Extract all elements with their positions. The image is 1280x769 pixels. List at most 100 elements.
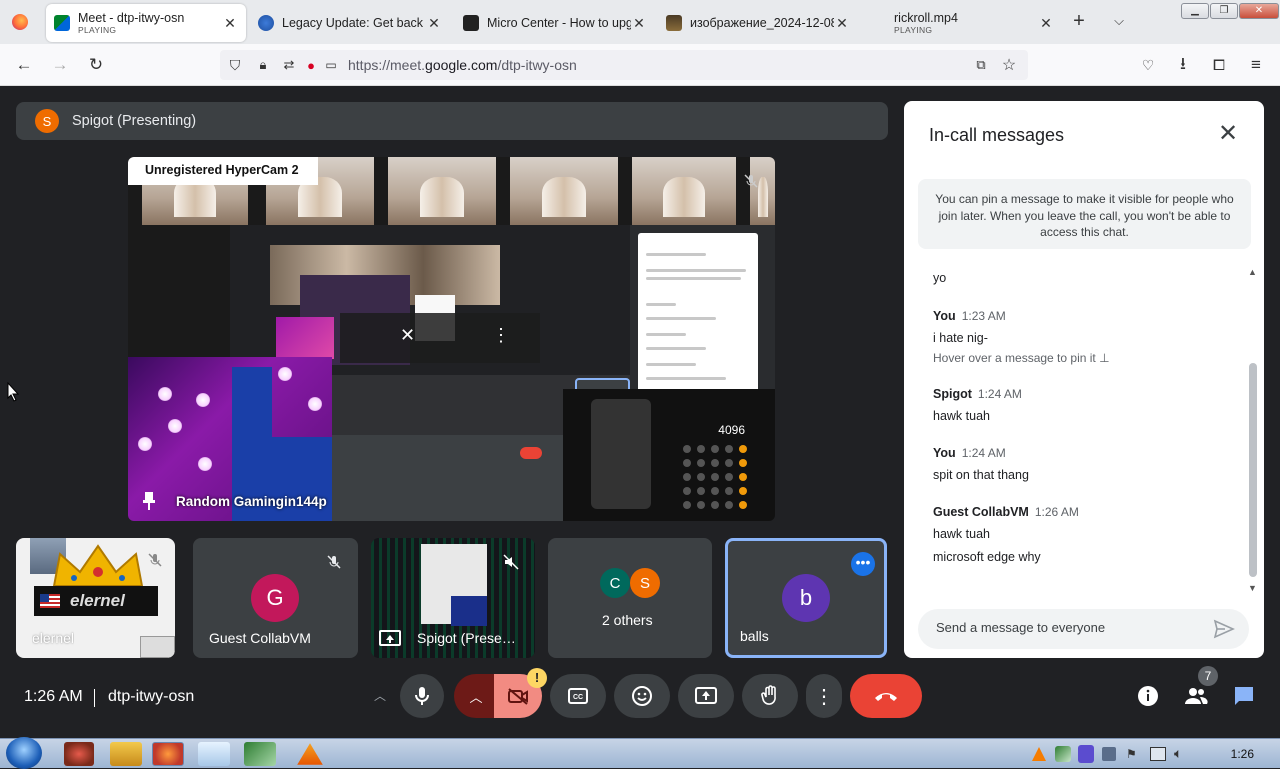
chat-message: Spigot 1:24 AM hawk tuah <box>933 387 1022 423</box>
back-icon[interactable]: ← <box>13 54 35 76</box>
new-tab-icon[interactable]: + <box>1070 11 1088 31</box>
vlc-taskbar-icon[interactable] <box>297 743 323 765</box>
pin-notice: You can pin a message to make it visible… <box>918 179 1251 249</box>
send-icon[interactable] <box>1213 618 1235 640</box>
badge-text: elernel <box>70 591 125 610</box>
picture-in-picture-icon[interactable]: ⧉ <box>970 54 992 76</box>
close-tab-icon[interactable]: ✕ <box>222 15 238 32</box>
start-button-icon[interactable] <box>6 737 42 769</box>
tab-legacy-update[interactable]: Legacy Update: Get back o ✕ <box>250 4 450 42</box>
pin-icon[interactable]: ⊥ <box>1099 351 1109 365</box>
present-screen-icon <box>695 687 717 704</box>
participant-name: elernel <box>32 630 75 646</box>
tab-status: PLAYING <box>78 25 117 35</box>
chat-input[interactable]: Send a message to everyone <box>918 609 1249 649</box>
present-now-button[interactable] <box>678 674 734 718</box>
browser-tab-bar: Meet - dtp-itwy-osn PLAYING ✕ Legacy Upda… <box>0 0 1280 44</box>
screen-share-view[interactable]: Unregistered HyperCam 2 ✕ ⋮ <box>128 157 775 521</box>
participant-tile-active[interactable]: ••• b balls <box>725 538 887 658</box>
tray-app-icon[interactable] <box>1055 746 1071 762</box>
participant-tile[interactable]: C S 2 others <box>548 538 712 658</box>
downloads-icon[interactable]: ⭳ <box>1172 54 1194 76</box>
audio-options-icon[interactable]: ︿ <box>370 687 390 705</box>
close-window-button[interactable]: ✕ <box>1239 3 1279 19</box>
image-thumbnail-icon <box>666 15 682 31</box>
address-bar[interactable]: ⛉ 🔒︎ ⇄ ● ▭ https://meet.google.com/dtp-i… <box>220 50 1028 80</box>
leave-call-button[interactable] <box>850 674 922 718</box>
call-controls: 1:26 AM dtp-itwy-osn ︿ ︿ ! CC ⋮ 7 <box>0 666 1280 738</box>
reload-icon[interactable]: ↻ <box>85 54 107 76</box>
forward-icon[interactable]: → <box>49 54 71 76</box>
chat-icon <box>1235 687 1253 705</box>
participant-tile[interactable]: elernel elernel <box>16 538 175 658</box>
video-strip <box>510 157 618 225</box>
participant-tile[interactable]: Spigot (Prese… <box>371 538 535 658</box>
tab-rickroll[interactable]: rickroll.mp4 PLAYING ✕ <box>862 4 1062 42</box>
camera-options-button[interactable]: ︿ <box>454 674 498 718</box>
chat-button[interactable] <box>1224 674 1264 718</box>
permissions-icon[interactable]: ⇄ <box>278 54 300 76</box>
tab-micro-center[interactable]: Micro Center - How to upg ✕ <box>455 4 655 42</box>
minimize-window-button[interactable]: ▁ <box>1181 3 1209 19</box>
camera-blocked-icon[interactable]: ▭ <box>320 54 342 76</box>
message-time: 1:24 AM <box>977 387 1022 401</box>
presenter-avatar: S <box>35 109 59 133</box>
lock-icon[interactable]: 🔒︎ <box>252 54 274 76</box>
tab-meet[interactable]: Meet - dtp-itwy-osn PLAYING ✕ <box>46 4 246 42</box>
vlc-tray-icon[interactable] <box>1032 747 1046 761</box>
close-tab-icon[interactable]: ✕ <box>1038 15 1054 32</box>
message-time: 1:26 AM <box>1034 505 1079 519</box>
network-icon[interactable] <box>1150 747 1166 761</box>
close-icon[interactable]: ✕ <box>1216 122 1240 147</box>
bookmark-star-icon[interactable]: ☆ <box>998 54 1020 76</box>
more-options-icon[interactable]: ••• <box>851 552 875 576</box>
mic-off-icon <box>147 552 163 568</box>
participant-avatar: S <box>630 568 660 598</box>
pin-icon[interactable] <box>142 491 156 511</box>
close-tab-icon[interactable]: ✕ <box>426 15 442 32</box>
reactions-button[interactable] <box>614 674 670 718</box>
close-tab-icon[interactable]: ✕ <box>631 15 647 32</box>
meeting-info-button[interactable] <box>1128 674 1168 718</box>
firefox-taskbar-icon[interactable] <box>152 742 184 766</box>
volume-icon[interactable]: 🔈︎ <box>1174 745 1190 761</box>
microphone-active-icon[interactable]: ● <box>300 54 322 76</box>
mic-off-icon <box>326 554 342 570</box>
taskbar-clock[interactable]: 1:26 <box>1231 747 1254 761</box>
emoji-icon <box>632 686 652 706</box>
menu-icon[interactable]: ≡ <box>1245 54 1267 76</box>
info-icon <box>1138 686 1158 706</box>
raise-hand-button[interactable] <box>742 674 798 718</box>
captions-button[interactable]: CC <box>550 674 606 718</box>
maximize-window-button[interactable]: ❐ <box>1210 3 1238 19</box>
microphone-button[interactable] <box>400 674 444 718</box>
calculator-window: 4096 <box>563 389 775 521</box>
tab-image[interactable]: изображение_2024-12-08_ ✕ <box>658 4 858 42</box>
taskbar-app-icon[interactable] <box>64 742 94 766</box>
url-text[interactable]: https://meet.google.com/dtp-itwy-osn <box>348 57 577 73</box>
close-tab-icon[interactable]: ✕ <box>834 15 850 32</box>
tab-list-icon[interactable]: ⌵ <box>1110 12 1128 30</box>
scroll-thumb[interactable] <box>1249 363 1257 577</box>
chat-scrollbar[interactable]: ▲ ▼ <box>1246 267 1260 593</box>
more-options-button[interactable]: ⋮ <box>806 674 842 718</box>
extensions-icon[interactable]: ⧠ <box>1208 54 1230 76</box>
presenting-label: Spigot (Presenting) <box>72 113 197 129</box>
microphone-tray-icon[interactable] <box>1078 745 1094 763</box>
scroll-up-icon[interactable]: ▲ <box>1248 267 1257 277</box>
taskbar-app-icon[interactable] <box>110 742 142 766</box>
video-strip <box>388 157 496 225</box>
firefox-icon[interactable] <box>12 14 28 30</box>
scroll-down-icon[interactable]: ▼ <box>1248 583 1257 593</box>
participant-tile[interactable]: G Guest CollabVM <box>193 538 358 658</box>
shield-icon[interactable]: ⛉ <box>224 54 246 76</box>
video-strip <box>750 157 775 225</box>
notepad-taskbar-icon[interactable] <box>198 742 230 766</box>
taskbar-app-icon[interactable] <box>244 742 276 766</box>
action-center-flag-icon[interactable]: ⚑ <box>1126 747 1140 761</box>
tray-app-icon[interactable] <box>1102 747 1116 761</box>
participant-name: balls <box>740 628 769 644</box>
warning-badge: ! <box>527 668 547 688</box>
speaker-muted-icon <box>503 554 519 570</box>
pocket-icon[interactable]: ♡ <box>1137 54 1159 76</box>
